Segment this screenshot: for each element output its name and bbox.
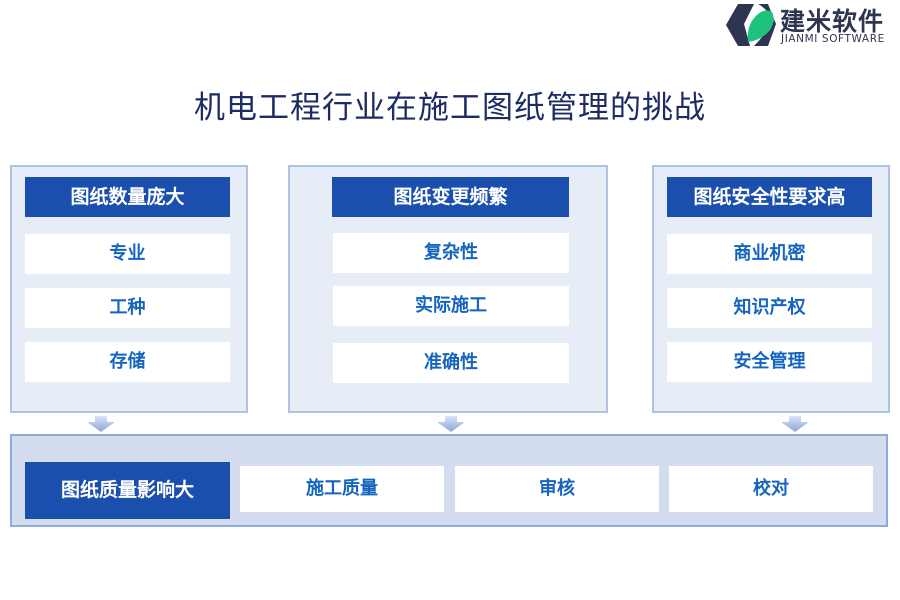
panel-item: 准确性 [333, 343, 569, 383]
logo-name-en: JIANMI SOFTWARE [781, 33, 885, 45]
impact-panel: 图纸质量影响大 施工质量 审核 校对 [10, 434, 888, 527]
page-title: 机电工程行业在施工图纸管理的挑战 [194, 90, 706, 126]
impact-item: 校对 [669, 466, 873, 512]
panel-item: 商业机密 [667, 234, 872, 274]
arrow-down-icon [437, 416, 465, 432]
panel-item: 实际施工 [333, 286, 569, 326]
impact-item: 施工质量 [240, 466, 444, 512]
challenge-panel-quantity: 图纸数量庞大 专业 工种 存储 [10, 165, 248, 413]
brand-logo: 建米软件 JIANMI SOFTWARE [724, 2, 900, 48]
panel-item: 专业 [25, 234, 230, 274]
panel-item: 存储 [25, 342, 230, 382]
challenge-panel-changes: 图纸变更频繁 复杂性 实际施工 准确性 [288, 165, 608, 413]
panel-heading: 图纸数量庞大 [25, 177, 230, 217]
impact-heading: 图纸质量影响大 [25, 462, 230, 519]
panel-item: 安全管理 [667, 342, 872, 382]
arrow-down-icon [781, 416, 809, 432]
impact-item: 审核 [455, 466, 659, 512]
panel-item: 复杂性 [333, 233, 569, 273]
panel-item: 工种 [25, 288, 230, 328]
arrow-down-icon [87, 416, 115, 432]
logo-mark-icon [726, 4, 776, 46]
panel-item: 知识产权 [667, 288, 872, 328]
panel-heading: 图纸安全性要求高 [667, 177, 872, 217]
challenge-panel-security: 图纸安全性要求高 商业机密 知识产权 安全管理 [652, 165, 890, 413]
panel-heading: 图纸变更频繁 [332, 177, 569, 217]
